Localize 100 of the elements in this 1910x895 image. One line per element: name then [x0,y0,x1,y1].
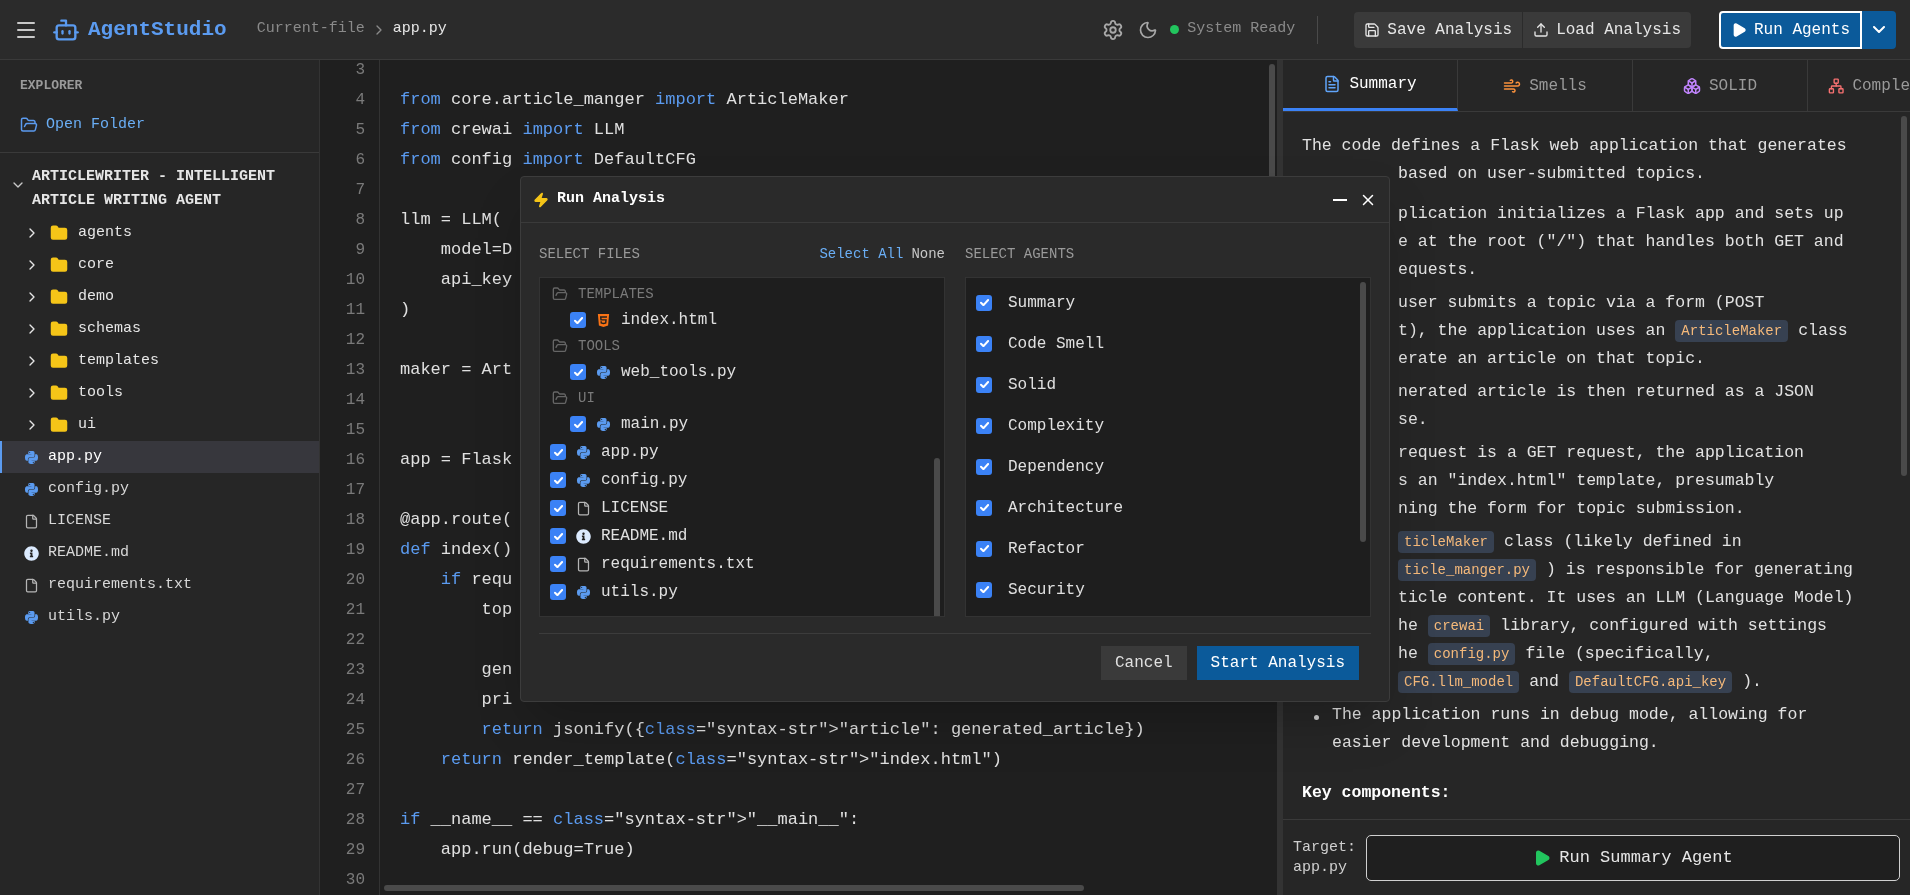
save-icon [1364,21,1381,38]
folder-label: UI [578,388,595,408]
section-label: SELECT AGENTS [965,244,1075,264]
folder-row[interactable]: tools [0,377,319,409]
tab[interactable]: SOLID [1633,60,1808,111]
code-line: return jsonify({class="syntax-str">"article": generated_article}) [480,719,1145,742]
checkbox[interactable] [550,444,566,460]
checkbox[interactable] [550,472,566,488]
breadcrumb-item[interactable]: app.py [392,18,447,41]
file-name: main.py [621,414,689,435]
line-number: 3 [355,60,365,81]
run-agent-button[interactable]: Run Summary Agent [1366,834,1900,881]
tab[interactable]: Summary [1283,60,1458,111]
section-heading: Key components: [1302,782,1452,804]
folder-row[interactable]: ui [0,409,319,441]
checkbox[interactable] [976,417,992,434]
checkbox[interactable] [976,581,992,598]
checkbox[interactable] [550,584,566,600]
scrollbar[interactable] [1360,282,1366,542]
cancel-button[interactable]: Cancel [1100,646,1187,680]
checkbox[interactable] [976,540,992,557]
summary-text: erate an article on that topic. [1398,348,1705,370]
folder-row[interactable]: schemas [0,313,319,345]
code-line: pri [480,689,513,712]
checkbox[interactable] [976,376,992,393]
folder-icon [50,416,68,434]
folder-row[interactable]: templates [0,345,319,377]
file-row[interactable]: requirements.txt [0,569,319,601]
tab[interactable]: Comple [1808,60,1910,111]
checkbox[interactable] [976,458,992,475]
moon-icon[interactable] [1138,19,1159,40]
checkmark-icon [573,368,583,376]
python-icon [576,584,591,600]
checkbox[interactable] [976,499,992,516]
checkbox[interactable] [570,312,586,328]
file-row[interactable]: LICENSE [0,505,319,537]
folder-row[interactable]: agents [0,217,319,249]
open-folder-link[interactable]: Open Folder [20,113,146,136]
code-chip: CFG.llm_model [1398,671,1520,693]
settings-icon[interactable] [1102,18,1125,41]
run-agents-button[interactable]: Run Agents [1719,10,1862,49]
summary-text: ). [1742,671,1762,693]
line-number: 22 [345,630,365,651]
dropdown-button[interactable] [1862,10,1896,49]
checkbox[interactable] [550,528,566,544]
html-icon [596,312,611,328]
document-icon [1323,75,1342,93]
checkbox[interactable] [550,556,566,572]
summary-text: The code defines a Flask web application that generates [1302,135,1847,157]
code-line: app = Flask [400,449,513,472]
agent-name: Solid [1008,374,1056,396]
file-row[interactable]: app.py [0,441,319,473]
checkmark-icon [979,299,989,306]
summary-text: The application runs in debug mode, allowing for [1332,704,1808,726]
checkmark-icon [979,422,989,429]
file-icon [576,556,591,572]
checkbox[interactable] [976,335,992,352]
code-line: if __name__ == class="syntax-str">"__main__": [400,809,860,832]
folder-row[interactable]: core [0,249,319,281]
start-analysis-button[interactable]: Start Analysis [1196,646,1359,680]
target-label: Target: [1293,837,1356,858]
select-all-link[interactable]: Select All [819,243,904,265]
folder-label: TEMPLATES [578,284,654,304]
play-icon [1533,848,1552,867]
project-header[interactable]: ARTICLEWRITER - INTELLIGENT ARTICLE WRITING AGENT [0,165,319,213]
save-button[interactable]: Save Analysis [1354,11,1523,48]
tab[interactable]: Smells [1458,60,1633,111]
code-line: model=D [439,239,513,262]
load-button[interactable]: Load Analysis [1522,11,1691,48]
vertical-scrollbar[interactable] [1901,116,1907,476]
line-number: 20 [345,570,365,591]
checkbox[interactable] [570,364,586,380]
python-icon [576,444,591,460]
file-row[interactable]: README.md [0,537,319,569]
summary-text: t), the application uses an [1398,320,1666,342]
code-line: from core.article_manger import ArticleMaker [400,89,849,112]
info-icon [576,528,591,544]
breadcrumb-item[interactable]: Current-file [256,18,365,41]
file-row[interactable]: config.py [0,473,319,505]
checkbox[interactable] [976,294,992,311]
summary-text: e at the root ("/") that handles both GET and [1398,231,1844,253]
line-number: 29 [345,840,365,861]
checkmark-icon [979,340,989,347]
checkbox[interactable] [570,416,586,432]
code-chip: ArticleMaker [1675,320,1789,342]
summary-text: ticle content. It uses an LLM (Language Model) [1398,587,1854,609]
checkbox[interactable] [550,500,566,516]
folder-icon [552,286,568,302]
folder-row[interactable]: demo [0,281,319,313]
select-none-link[interactable]: None [911,243,945,265]
checkmark-icon [553,532,563,540]
scrollbar[interactable] [934,458,940,616]
summary-text: ning the form for topic submission. [1398,498,1745,520]
file-row[interactable]: utils.py [0,601,319,633]
line-number: 8 [355,210,365,231]
line-number: 12 [345,330,365,351]
code-chip: config.py [1427,643,1516,665]
file-name: README.md [601,526,688,547]
horizontal-scrollbar[interactable] [384,885,1084,891]
python-icon [24,481,39,497]
